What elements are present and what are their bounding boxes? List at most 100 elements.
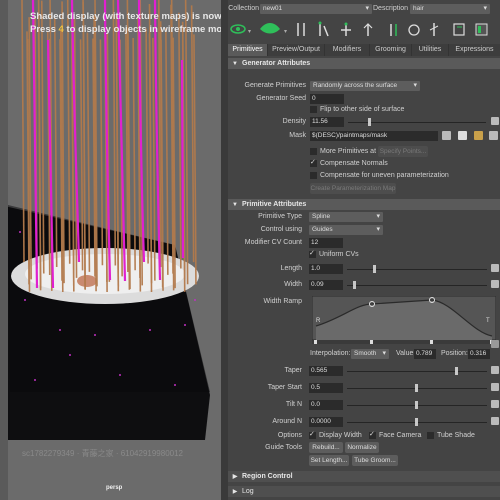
normalize-button[interactable]: Normalize — [345, 442, 379, 453]
collection-dropdown[interactable]: new01 — [260, 4, 372, 14]
compensate-normals-label: Compensate Normals — [320, 160, 388, 167]
modifier-cv-field[interactable]: 12 — [309, 238, 343, 248]
face-camera-checkbox[interactable] — [369, 430, 376, 439]
width-slider[interactable] — [347, 281, 487, 289]
taper-start-field[interactable]: 0.5 — [309, 383, 343, 393]
convert-guides-icon[interactable] — [390, 24, 397, 36]
tilt-n-label: Tilt N — [285, 401, 302, 408]
taper-slider-handle[interactable] — [455, 367, 458, 375]
tab-grooming[interactable]: Grooming — [370, 44, 412, 56]
tilt-n-map-icon[interactable] — [491, 400, 499, 408]
panel-splitter[interactable] — [221, 0, 228, 500]
tab-preview-output[interactable]: Preview/Output — [268, 44, 325, 56]
paint-map-icon[interactable] — [442, 131, 451, 140]
taper-start-slider-handle[interactable] — [415, 384, 418, 392]
generator-seed-field[interactable]: 0 — [310, 94, 344, 104]
width-label: Width — [284, 281, 302, 288]
tab-modifiers[interactable]: Modifiers — [325, 44, 370, 56]
guide-tools-label: Guide Tools — [265, 444, 302, 451]
options-label: Options — [277, 432, 302, 439]
length-slider-handle[interactable] — [373, 265, 376, 273]
mask-field[interactable]: $(DESC)/paintmaps/mask — [310, 131, 438, 141]
control-using-dropdown[interactable]: Guides — [309, 225, 383, 235]
tilt-n-slider[interactable] — [347, 401, 487, 409]
length-slider[interactable] — [347, 265, 487, 273]
density-map-icon[interactable] — [491, 117, 499, 125]
compensate-normals-checkbox[interactable] — [310, 158, 317, 167]
width-ramp-graph[interactable]: R T — [312, 296, 496, 344]
folder-icon[interactable] — [474, 131, 483, 140]
display-width-checkbox[interactable] — [309, 430, 316, 439]
log-header[interactable]: ▶ Log — [228, 486, 500, 497]
tube-shade-label: Tube Shade — [437, 432, 475, 439]
create-parameterization-map-button[interactable]: Create Parameterization Map — [310, 183, 396, 194]
save-map-icon[interactable] — [458, 131, 467, 140]
rebuild-button[interactable]: Rebuild... — [309, 442, 343, 453]
compensate-uneven-label: Compensate for uneven parameterization — [320, 172, 449, 179]
length-map-icon[interactable] — [491, 264, 499, 272]
eye-icon[interactable] — [230, 24, 246, 34]
tilt-n-slider-handle[interactable] — [415, 401, 418, 409]
description-dropdown[interactable]: hair — [410, 4, 490, 14]
preview-icon[interactable] — [453, 23, 465, 36]
expand-triangle-icon: ▶ — [232, 474, 238, 480]
taper-start-slider[interactable] — [347, 384, 487, 392]
flip-guides-icon[interactable] — [363, 23, 373, 36]
taper-start-map-icon[interactable] — [491, 383, 499, 391]
specify-points-button[interactable]: Specify Points... — [378, 146, 428, 157]
more-primitives-checkbox[interactable] — [310, 148, 317, 155]
interpolation-dropdown[interactable]: Smooth — [351, 349, 389, 359]
ramp-value-field[interactable]: 0.789 — [414, 349, 436, 359]
collection-label: Collection — [228, 5, 259, 12]
generate-primitives-dropdown[interactable]: Randomly across the surface — [310, 81, 420, 91]
taper-label: Taper — [284, 367, 302, 374]
generator-attributes-header[interactable]: ▼ Generator Attributes — [228, 58, 500, 69]
density-slider[interactable] — [348, 118, 486, 126]
set-length-button[interactable]: Set Length... — [309, 455, 349, 466]
uniform-cvs-checkbox[interactable] — [309, 249, 316, 258]
cut-guides-icon[interactable] — [429, 23, 439, 36]
viewport[interactable]: Shaded display (with texture maps) is no… — [0, 0, 221, 500]
rebuild-icon[interactable] — [408, 24, 420, 36]
tab-expressions[interactable]: Expressions — [449, 44, 500, 56]
tube-shade-checkbox[interactable] — [427, 432, 434, 439]
tube-groom-button[interactable]: Tube Groom... — [352, 455, 398, 466]
render-icon[interactable] — [475, 23, 488, 36]
map-options-icon[interactable] — [489, 131, 498, 140]
around-n-field[interactable]: 0.0000 — [309, 417, 343, 427]
generate-primitives-label: Generate Primitives — [244, 82, 306, 89]
primitive-attributes-header[interactable]: ▼ Primitive Attributes — [228, 199, 500, 210]
guide-tool-icon[interactable] — [297, 23, 305, 36]
width-field[interactable]: 0.09 — [309, 280, 343, 290]
ramp-options-icon[interactable] — [491, 340, 499, 348]
around-n-slider[interactable] — [347, 418, 487, 426]
taper-slider[interactable] — [347, 367, 487, 375]
density-field[interactable]: 11.56 — [310, 117, 344, 127]
width-slider-handle[interactable] — [353, 281, 356, 289]
width-map-icon[interactable] — [491, 280, 499, 288]
density-slider-handle[interactable] — [368, 118, 371, 126]
face-camera-label: Face Camera — [379, 432, 422, 439]
tilt-n-field[interactable]: 0.0 — [309, 400, 343, 410]
value-label: Value: — [396, 350, 416, 357]
tab-primitives[interactable]: Primitives — [228, 44, 268, 56]
around-n-label: Around N — [272, 418, 302, 425]
length-field[interactable]: 1.0 — [309, 264, 343, 274]
viewport-message-line1: Shaded display (with texture maps) is no… — [30, 11, 221, 22]
add-description-icon[interactable] — [260, 23, 280, 34]
region-control-header[interactable]: ▶ Region Control — [228, 471, 500, 482]
taper-map-icon[interactable] — [491, 366, 499, 374]
svg-text:▾: ▾ — [248, 29, 251, 35]
sculpt-icon[interactable] — [318, 21, 329, 37]
primitive-type-dropdown[interactable]: Spline — [309, 212, 383, 222]
taper-field[interactable]: 0.565 — [309, 366, 343, 376]
collapse-triangle-icon: ▼ — [232, 202, 238, 208]
ramp-position-field[interactable]: 0.316 — [468, 349, 490, 359]
tab-utilities[interactable]: Utilities — [412, 44, 449, 56]
compensate-uneven-checkbox[interactable] — [310, 172, 317, 179]
length-label: Length — [280, 265, 302, 272]
move-guides-icon[interactable] — [341, 22, 351, 37]
around-n-slider-handle[interactable] — [415, 418, 418, 426]
flip-checkbox[interactable] — [310, 106, 317, 113]
around-n-map-icon[interactable] — [491, 417, 499, 425]
